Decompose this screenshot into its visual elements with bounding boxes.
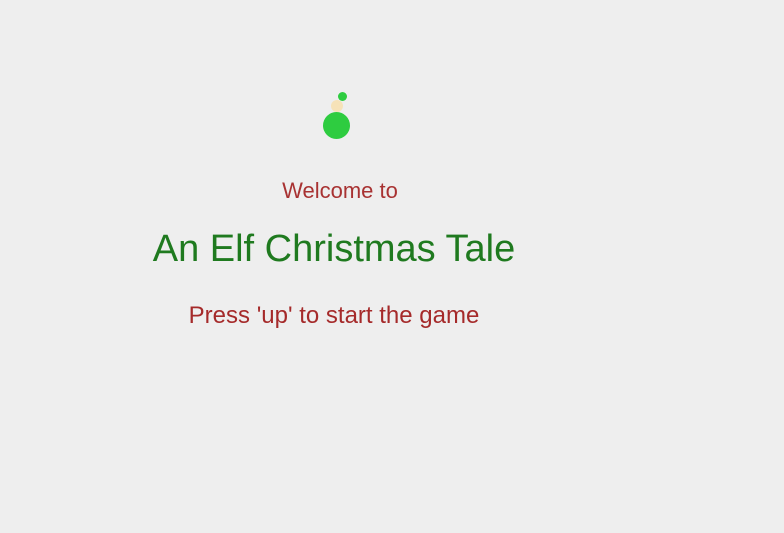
elf-icon bbox=[322, 90, 352, 142]
start-prompt: Press 'up' to start the game bbox=[188, 302, 480, 329]
game-start-screen: Welcome to An Elf Christmas Tale Press '… bbox=[0, 0, 784, 533]
welcome-text: Welcome to bbox=[282, 178, 398, 203]
elf-face-icon bbox=[331, 100, 343, 112]
game-title: An Elf Christmas Tale bbox=[152, 228, 516, 270]
elf-body-icon bbox=[323, 112, 350, 139]
